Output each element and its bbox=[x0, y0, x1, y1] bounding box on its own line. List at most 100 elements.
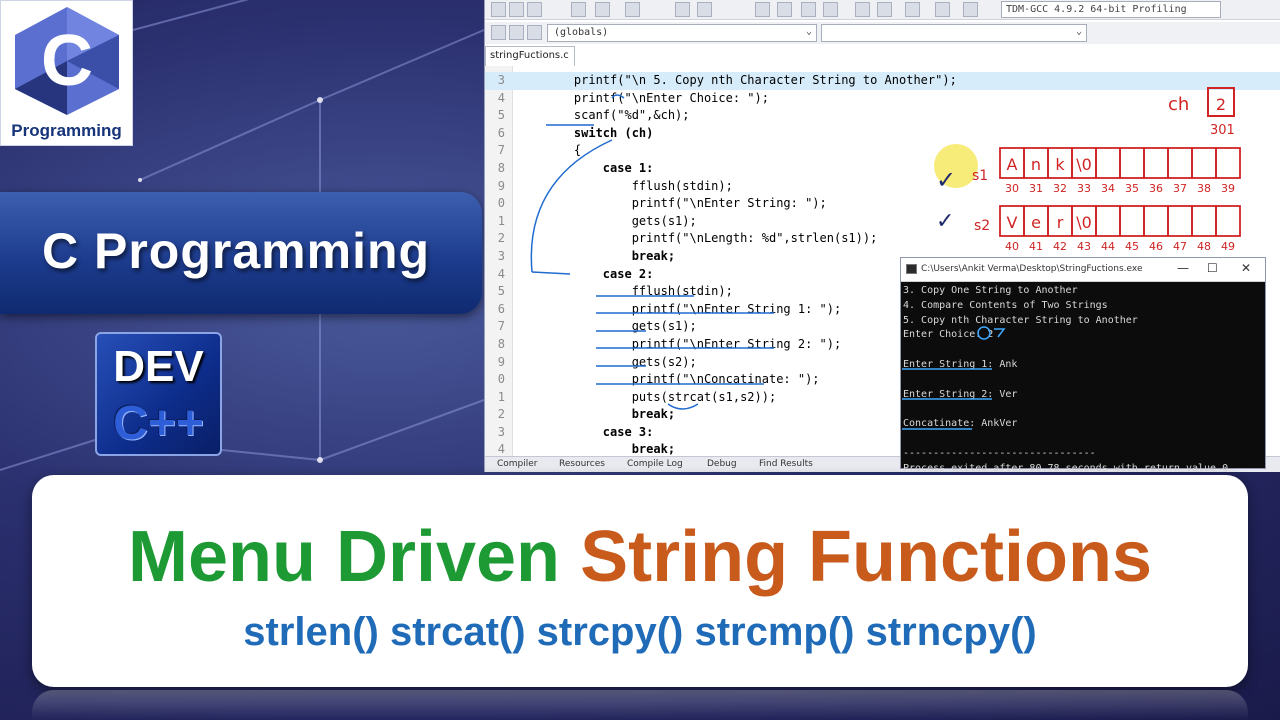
profile-icon[interactable] bbox=[877, 2, 892, 17]
line-number: 5 bbox=[497, 108, 505, 123]
scope-select[interactable]: (globals) ⌄ bbox=[547, 24, 817, 42]
code-text: scanf("%d",&ch); bbox=[545, 108, 690, 123]
line-number: 4 bbox=[497, 266, 505, 281]
ide-combo-bar: (globals) ⌄ ⌄ bbox=[485, 22, 1280, 44]
code-text: gets(s1); bbox=[545, 213, 697, 228]
console-titlebar: C:\Users\Ankit Verma\Desktop\StringFucti… bbox=[901, 258, 1265, 282]
code-text: printf("\nEnter String 1: "); bbox=[545, 301, 842, 316]
line-number: 6 bbox=[497, 301, 505, 316]
code-text: gets(s1); bbox=[545, 319, 697, 334]
chart-icon[interactable] bbox=[935, 2, 950, 17]
code-line[interactable]: 7 { bbox=[485, 142, 1280, 160]
run-icon[interactable] bbox=[777, 2, 792, 17]
code-line[interactable]: 3 printf("\n 5. Copy nth Character Strin… bbox=[485, 72, 1280, 90]
code-line[interactable]: 0 printf("\nEnter String: "); bbox=[485, 195, 1280, 213]
compiler-select[interactable]: TDM-GCC 4.9.2 64-bit Profiling bbox=[1001, 1, 1221, 18]
code-line[interactable]: 8 case 1: bbox=[485, 160, 1280, 178]
console-window: C:\Users\Ankit Verma\Desktop\StringFucti… bbox=[900, 257, 1266, 474]
code-text: case 1: bbox=[545, 160, 654, 175]
line-number: 7 bbox=[497, 143, 505, 158]
tab-find-results[interactable]: Find Results bbox=[759, 459, 813, 469]
code-text: printf("\nEnter String: "); bbox=[545, 196, 827, 211]
c-logo-letter: C bbox=[41, 21, 93, 101]
line-number: 4 bbox=[497, 90, 505, 105]
minimize-icon[interactable]: — bbox=[1177, 261, 1189, 275]
ide-toolbar: TDM-GCC 4.9.2 64-bit Profiling bbox=[485, 0, 1280, 20]
save-all-icon[interactable] bbox=[571, 2, 586, 17]
code-text: printf("\n 5. Copy nth Character String … bbox=[545, 73, 957, 87]
console-line: Enter Choice: 2 bbox=[903, 329, 994, 341]
line-number: 5 bbox=[497, 284, 505, 299]
console-title: C:\Users\Ankit Verma\Desktop\StringFucti… bbox=[921, 264, 1143, 274]
scope-select-value: (globals) bbox=[554, 27, 609, 38]
tab-compiler[interactable]: Compiler bbox=[497, 459, 538, 469]
bookmark-icon[interactable] bbox=[527, 25, 542, 40]
console-line: 3. Copy One String to Another bbox=[903, 285, 1078, 296]
file-tab[interactable]: stringFuctions.c bbox=[485, 46, 575, 66]
undo-icon[interactable] bbox=[625, 2, 640, 17]
code-line[interactable]: 2 printf("\nLength: %d",strlen(s1)); bbox=[485, 230, 1280, 248]
code-text: switch (ch) bbox=[545, 125, 654, 140]
line-number: 9 bbox=[497, 178, 505, 193]
dev-logo-top: DEV bbox=[113, 342, 204, 391]
open-file-icon[interactable] bbox=[509, 2, 524, 17]
banner-text: C Programming bbox=[42, 223, 431, 279]
console-line: Concatinate: AnkVer bbox=[903, 418, 1018, 430]
dev-logo-bottom: C++ bbox=[113, 397, 204, 450]
compile-run-icon[interactable] bbox=[801, 2, 816, 17]
code-line[interactable]: 4 printf("\nEnter Choice: "); bbox=[485, 90, 1280, 108]
forward-icon[interactable] bbox=[509, 25, 524, 40]
console-line: Enter String 2: Ver bbox=[903, 388, 1018, 400]
tab-compile-log[interactable]: Compile Log bbox=[627, 459, 683, 469]
maximize-icon[interactable]: ☐ bbox=[1207, 261, 1218, 275]
code-text: puts(strcat(s1,s2)); bbox=[545, 389, 777, 404]
compile-icon[interactable] bbox=[755, 2, 770, 17]
main-title: Menu Driven String Functions bbox=[32, 517, 1248, 597]
code-text: break; bbox=[545, 407, 676, 422]
title-green-part: Menu Driven bbox=[127, 517, 561, 597]
code-text: printf("\nLength: %d",strlen(s1)); bbox=[545, 231, 878, 246]
line-number: 2 bbox=[497, 407, 505, 422]
settings-icon[interactable] bbox=[963, 2, 978, 17]
code-line[interactable]: 1 gets(s1); bbox=[485, 213, 1280, 231]
debug-icon[interactable] bbox=[855, 2, 870, 17]
title-card: Menu Driven String Functions strlen() st… bbox=[32, 475, 1248, 687]
line-number: 9 bbox=[497, 354, 505, 369]
subtitle: strlen() strcat() strcpy() strcmp() strn… bbox=[243, 610, 1037, 654]
tab-resources[interactable]: Resources bbox=[559, 459, 605, 469]
code-text: break; bbox=[545, 248, 676, 263]
back-icon[interactable] bbox=[491, 25, 506, 40]
new-file-icon[interactable] bbox=[491, 2, 506, 17]
line-number: 1 bbox=[497, 213, 505, 228]
line-number: 8 bbox=[497, 336, 505, 351]
code-text: { bbox=[545, 143, 582, 158]
code-line[interactable]: 5 scanf("%d",&ch); bbox=[485, 107, 1280, 125]
replace-icon[interactable] bbox=[697, 2, 712, 17]
console-line: -------------------------------- bbox=[903, 447, 1096, 459]
chevron-down-icon: ⌄ bbox=[1075, 26, 1082, 37]
find-icon[interactable] bbox=[675, 2, 690, 17]
console-line: 5. Copy nth Character String to Another bbox=[903, 314, 1138, 326]
line-number: 6 bbox=[497, 125, 505, 140]
save-icon[interactable] bbox=[527, 2, 542, 17]
c-programming-banner: C Programming bbox=[0, 192, 482, 314]
dev-cpp-logo: DEV C++ bbox=[95, 332, 222, 456]
console-icon bbox=[906, 264, 917, 274]
line-number: 0 bbox=[497, 196, 505, 211]
code-line[interactable]: 6 switch (ch) bbox=[485, 125, 1280, 143]
title-orange-part: String Functions bbox=[580, 517, 1153, 597]
code-line[interactable]: 9 fflush(stdin); bbox=[485, 178, 1280, 196]
code-text: fflush(stdin); bbox=[545, 178, 733, 193]
close-icon[interactable]: ✕ bbox=[1241, 261, 1251, 275]
member-select[interactable]: ⌄ bbox=[821, 24, 1087, 42]
print-icon[interactable] bbox=[595, 2, 610, 17]
line-number: 3 bbox=[497, 73, 505, 87]
tab-debug[interactable]: Debug bbox=[707, 459, 737, 469]
rebuild-icon[interactable] bbox=[823, 2, 838, 17]
close-icon[interactable] bbox=[905, 2, 920, 17]
code-text: printf("\nEnter Choice: "); bbox=[545, 90, 769, 105]
console-output: 3. Copy One String to Another 4. Compare … bbox=[901, 282, 1265, 476]
